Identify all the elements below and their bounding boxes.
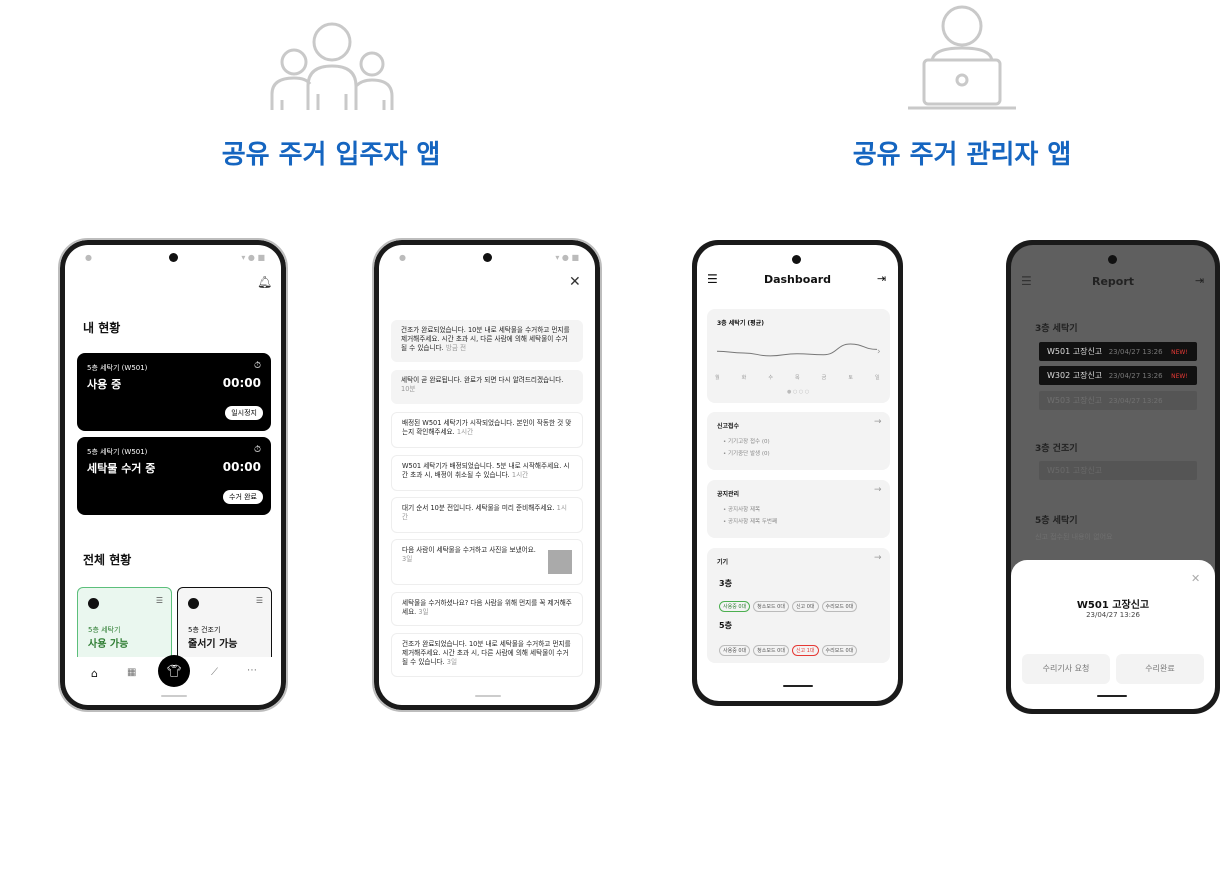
home-indicator — [161, 695, 187, 697]
bottom-nav: ⌂ ▦ 👕︎ ⟋ ⋯ — [67, 655, 279, 705]
new-badge: NEW! — [1171, 373, 1188, 380]
resident-home-phone: ● ▾ ● ■ 🔔︎ 내 현황 5층 세탁기 (W501) ⏱ 사용 중 00:… — [58, 238, 288, 712]
camera — [483, 253, 492, 262]
home-indicator — [1097, 695, 1127, 697]
status-bar: ● — [399, 253, 406, 262]
arrow-right-icon[interactable]: → — [874, 553, 882, 563]
arrow-right-icon[interactable]: → — [874, 485, 882, 495]
report-row[interactable]: W503 고장신고 23/04/27 13:26 — [1039, 391, 1197, 410]
dryer-icon — [188, 598, 199, 609]
notification-item[interactable]: 다음 사람이 세탁물을 수거하고 사진을 보냈어요. 3일 — [391, 539, 583, 585]
page-dots: ● ○ ○ ○ — [787, 389, 810, 395]
grid-icon[interactable]: ▦ — [127, 667, 136, 678]
my-status-title: 내 현황 — [83, 321, 121, 335]
resident-app-title: 공유 주거 입주자 앱 — [221, 140, 441, 170]
manager-app-title: 공유 주거 관리자 앱 — [852, 140, 1072, 170]
notification-item[interactable]: 대기 순서 10분 전입니다. 세탁물을 미리 준비해주세요. 1시간 — [391, 497, 583, 533]
close-icon[interactable]: ✕ — [1191, 572, 1200, 585]
chart-day-label: 금 — [821, 375, 827, 381]
chart-day-label: 수 — [768, 375, 773, 381]
camera — [792, 255, 801, 264]
list-icon[interactable]: ☰ — [256, 596, 263, 605]
chevron-right-icon[interactable]: › — [877, 347, 881, 357]
report-row[interactable]: W501 고장신고 23/04/27 13:26 NEW! — [1039, 342, 1197, 361]
devices-card[interactable]: 기기 → 3층 사용중 0대 청소모드 0대 신고 0대 수리모드 0대 5층 사용중… — [707, 548, 890, 663]
manager-report-phone: ☰ Report ⇥ 3층 세탁기 W501 고장신고 23/04/27 13:… — [1006, 240, 1220, 714]
chart-day-label: 토 — [848, 375, 853, 381]
collect-done-button[interactable]: 수거 완료 — [223, 490, 263, 504]
collect-status: 세탁물 수거 중 — [87, 462, 156, 475]
home-icon[interactable]: ⌂ — [91, 667, 98, 680]
camera — [169, 253, 178, 262]
laundry-fab-button[interactable]: 👕︎ — [158, 655, 190, 687]
chart-icon[interactable]: ⟋ — [211, 667, 218, 678]
chart-title: 3층 세탁기 (평균) — [717, 320, 764, 327]
sheet-date: 23/04/27 13:26 — [1086, 611, 1140, 619]
chart-day-label: 월 — [715, 375, 720, 381]
timer-icon: ⏱ — [253, 445, 261, 455]
report-title: Report — [1091, 275, 1135, 288]
empty-message: 신고 접수된 내용이 없어요 — [1035, 533, 1113, 541]
person-laptop-icon — [908, 5, 1016, 110]
home-indicator — [475, 695, 501, 697]
usage-line-chart — [717, 343, 877, 357]
resident-notifications-phone: ● ▾ ● ■ ✕ 건조가 완료되었습니다. 10분 내로 세탁물을 수거하고 … — [372, 238, 602, 712]
close-icon[interactable]: ✕ — [569, 274, 581, 290]
usage-status: 사용 중 — [87, 378, 122, 391]
more-icon[interactable]: ⋯ — [247, 665, 257, 676]
photo-thumbnail[interactable] — [548, 550, 572, 574]
camera — [1108, 255, 1117, 264]
notification-item[interactable]: 세탁물을 수거하셨나요? 다음 사람을 위해 먼지를 꼭 제거해주세요. 3일 — [391, 592, 583, 626]
chart-day-label: 화 — [741, 375, 747, 381]
report-row[interactable]: W302 고장신고 23/04/27 13:26 NEW! — [1039, 366, 1197, 385]
pause-button[interactable]: 일시정지 — [225, 406, 263, 420]
report-row[interactable]: W501 고장신고 — [1039, 461, 1197, 480]
report-card[interactable]: 신고접수 → • 기기고장 접수 (0) • 기기중단 발생 (0) — [707, 412, 890, 470]
notification-item[interactable]: 배정된 W501 세탁기가 시작되었습니다. 본인이 작동한 것 맞는지 확인해… — [391, 412, 583, 448]
home-indicator — [783, 685, 813, 687]
notification-item[interactable]: W501 세탁기가 배정되었습니다. 5분 내로 시작해주세요. 시간 초과 시… — [391, 455, 583, 491]
usage-timer: 00:00 — [222, 376, 261, 390]
dashboard-title: Dashboard — [763, 273, 832, 286]
manager-dashboard-phone: ☰ Dashboard ⇥ 3층 세탁기 (평균) › 월화수목금토일 ● ○ … — [692, 240, 903, 706]
washer-icon — [88, 598, 99, 609]
logout-icon[interactable]: ⇥ — [877, 272, 886, 285]
timer-icon: ⏱ — [253, 361, 261, 371]
request-repair-button[interactable]: 수리기사 요청 — [1022, 654, 1110, 684]
list-icon[interactable]: ☰ — [156, 596, 163, 605]
repair-done-button[interactable]: 수리완료 — [1116, 654, 1204, 684]
notification-item[interactable]: 건조가 완료되었습니다. 10분 내로 세탁물을 수거하고 먼지를 제거해주세요… — [391, 633, 583, 677]
notification-item[interactable]: 세탁이 곧 완료됩니다. 완료가 되면 다시 알려드리겠습니다. 10분 — [391, 370, 583, 404]
sheet-title: W501 고장신고 — [1076, 600, 1150, 611]
usage-chart-card: 3층 세탁기 (평균) › 월 화 수 목 금 토 일 ● ○ ○ ○ — [707, 309, 890, 403]
people-group-icon — [270, 22, 394, 110]
collect-card[interactable]: 5층 세탁기 (W501) ⏱ 세탁물 수거 중 00:00 수거 완료 — [77, 437, 271, 515]
chart-day-label: 목 — [795, 375, 800, 381]
new-badge: NEW! — [1171, 349, 1188, 356]
usage-card[interactable]: 5층 세탁기 (W501) ⏱ 사용 중 00:00 일시정지 — [77, 353, 271, 431]
logout-icon[interactable]: ⇥ — [1195, 274, 1204, 287]
status-bar: ● — [85, 253, 92, 262]
chart-day-labels: 월화수목금토일 — [715, 374, 880, 382]
chart-day-label: 일 — [875, 375, 880, 381]
collect-timer: 00:00 — [222, 460, 261, 474]
arrow-right-icon[interactable]: → — [874, 417, 882, 427]
notification-bell-icon[interactable]: 🔔︎ — [257, 275, 272, 289]
notice-card[interactable]: 공지관리 → • 공지사항 제목 • 공지사항 제목 두번째 — [707, 480, 890, 538]
report-bottom-sheet: ✕ W501 고장신고 23/04/27 13:26 수리기사 요청 수리완료 — [1011, 560, 1215, 709]
notification-item[interactable]: 건조가 완료되었습니다. 10분 내로 세탁물을 수거하고 먼지를 제거해주세요… — [391, 320, 583, 362]
overall-status-title: 전체 현황 — [83, 553, 132, 567]
